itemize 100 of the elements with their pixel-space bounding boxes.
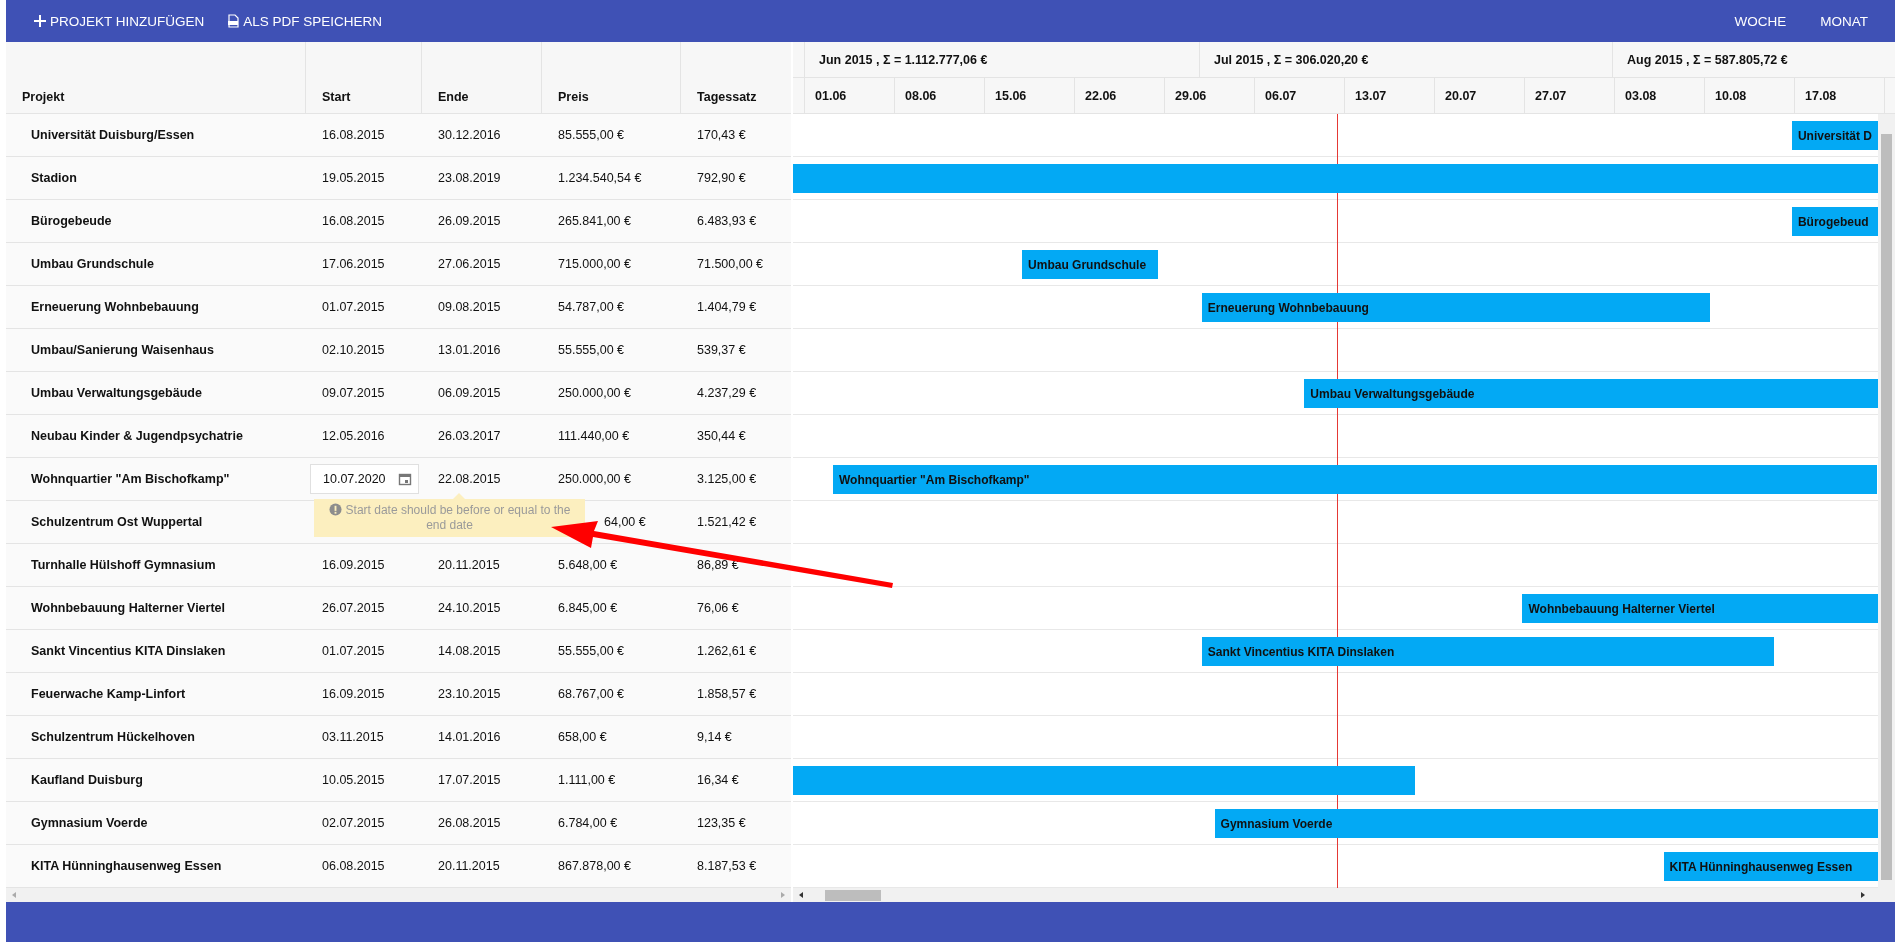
column-header[interactable]: Ende bbox=[422, 42, 542, 113]
start-date: 16.08.2015 bbox=[322, 128, 385, 142]
gantt-bar[interactable]: Erneuerung Wohnbebauung bbox=[1201, 293, 1710, 322]
daily-rate: 71.500,00 € bbox=[697, 257, 764, 271]
start-date: 02.10.2015 bbox=[322, 343, 385, 357]
end-date: 14.08.2015 bbox=[438, 644, 501, 658]
week-header: 01.06 bbox=[805, 78, 895, 113]
end-date: 26.08.2015 bbox=[438, 816, 501, 830]
column-header[interactable]: Tagessatz bbox=[681, 42, 791, 113]
start-date: 26.07.2015 bbox=[322, 601, 385, 615]
daily-rate: 1.521,42 € bbox=[697, 515, 757, 529]
project-name: Stadion bbox=[31, 171, 77, 185]
daily-rate: 350,44 € bbox=[697, 429, 746, 443]
start-date: 01.07.2015 bbox=[322, 644, 385, 658]
price: 5.648,00 € bbox=[558, 558, 618, 572]
price: 54.787,00 € bbox=[558, 300, 625, 314]
project-name: Bürogebeude bbox=[31, 214, 112, 228]
daily-rate: 3.125,00 € bbox=[697, 472, 757, 486]
start-date: 06.08.2015 bbox=[322, 859, 385, 873]
plus-icon bbox=[33, 14, 47, 28]
start-date: 16.09.2015 bbox=[322, 687, 385, 701]
project-name: Umbau/Sanierung Waisenhaus bbox=[31, 343, 214, 357]
week-header: 08.06 bbox=[895, 78, 985, 113]
end-date: 20.11.2015 bbox=[438, 558, 500, 572]
gantt-bar[interactable]: Sankt Vincentius KITA Dinslaken bbox=[1201, 637, 1774, 666]
price: 68.767,00 € bbox=[558, 687, 625, 701]
project-name: Schulzentrum Hückelhoven bbox=[31, 730, 195, 744]
week-header: 22.06 bbox=[1075, 78, 1165, 113]
view-button[interactable]: WOCHE bbox=[1734, 9, 1787, 33]
start-date: 12.05.2016 bbox=[322, 429, 385, 443]
price: 85.555,00 € bbox=[558, 128, 625, 142]
gantt-bar[interactable] bbox=[793, 766, 1415, 795]
start-date: 01.07.2015 bbox=[322, 300, 385, 314]
scroll-left-icon[interactable] bbox=[797, 891, 805, 899]
project-name: KITA Hünninghausenweg Essen bbox=[31, 859, 222, 873]
gantt-bar[interactable]: Wohnbebauung Halterner Viertel bbox=[1522, 594, 1878, 623]
end-date: 14.01.2016 bbox=[438, 730, 501, 744]
start-date: 16.08.2015 bbox=[322, 214, 385, 228]
horizontal-scrollbar[interactable] bbox=[793, 888, 1895, 902]
end-date: 26.03.2017 bbox=[438, 429, 501, 443]
gantt-bar[interactable]: Universität D bbox=[1791, 121, 1878, 150]
week-header: 20.07 bbox=[1435, 78, 1525, 113]
scroll-right-icon[interactable] bbox=[1859, 891, 1867, 899]
view-button[interactable]: MONAT bbox=[1820, 9, 1868, 33]
project-name: Turnhalle Hülshoff Gymnasium bbox=[31, 558, 216, 572]
date-input-field[interactable]: 10.07.2020 bbox=[310, 464, 419, 494]
end-date: 26.09.2015 bbox=[438, 214, 501, 228]
end-date: 13.01.2016 bbox=[438, 343, 501, 357]
price: 55.555,00 € bbox=[558, 343, 625, 357]
toolbar-button[interactable]: ALS PDF SPEICHERN bbox=[226, 9, 383, 33]
project-name: Kaufland Duisburg bbox=[31, 773, 143, 787]
project-name: Neubau Kinder & Jugendpsychatrie bbox=[31, 429, 243, 443]
gantt-bar[interactable]: Bürogebeud bbox=[1791, 207, 1878, 236]
week-header: 03.08 bbox=[1615, 78, 1705, 113]
column-header[interactable]: Start bbox=[306, 42, 422, 113]
price: 64,00 € bbox=[604, 515, 646, 529]
daily-rate: 1.858,57 € bbox=[697, 687, 757, 701]
start-date: 03.11.2015 bbox=[322, 730, 384, 744]
week-header: 15.06 bbox=[985, 78, 1075, 113]
month-header: Aug 2015 , Σ = 587.805,72 € bbox=[1613, 42, 1895, 77]
daily-rate: 792,90 € bbox=[697, 171, 746, 185]
project-name: Feuerwache Kamp-Linfort bbox=[31, 687, 186, 701]
price: 6.784,00 € bbox=[558, 816, 618, 830]
end-date: 22.08.2015 bbox=[438, 472, 501, 486]
scrollbar-thumb[interactable] bbox=[825, 889, 881, 901]
price: 867.878,00 € bbox=[558, 859, 631, 873]
end-date: 23.08.2019 bbox=[438, 171, 501, 185]
gantt-bar[interactable]: KITA Hünninghausenweg Essen bbox=[1663, 852, 1878, 881]
scrollbar-thumb[interactable] bbox=[1881, 134, 1892, 880]
gantt-bar[interactable]: Umbau Verwaltungsgebäude bbox=[1304, 379, 1878, 408]
daily-rate: 123,35 € bbox=[697, 816, 746, 830]
week-header: 27.07 bbox=[1525, 78, 1615, 113]
daily-rate: 1.262,61 € bbox=[697, 644, 757, 658]
gantt-bar[interactable]: Wohnquartier "Am Bischofkamp" bbox=[833, 465, 1877, 494]
price: 265.841,00 € bbox=[558, 214, 631, 228]
gantt-bar[interactable] bbox=[793, 164, 1878, 193]
price: 658,00 € bbox=[558, 730, 607, 744]
toolbar-button[interactable]: PROJEKT HINZUFÜGEN bbox=[33, 9, 205, 33]
price: 1.111,00 € bbox=[558, 773, 616, 787]
end-date: 23.10.2015 bbox=[438, 687, 501, 701]
end-date: 09.08.2015 bbox=[438, 300, 501, 314]
end-date: 27.06.2015 bbox=[438, 257, 501, 271]
gantt-bar[interactable]: Gymnasium Voerde bbox=[1214, 809, 1878, 838]
end-date: 20.11.2015 bbox=[438, 859, 500, 873]
price: 715.000,00 € bbox=[558, 257, 631, 271]
warning-icon bbox=[328, 503, 342, 516]
project-name: Universität Duisburg/Essen bbox=[31, 128, 195, 142]
gantt-bar[interactable]: Umbau Grundschule bbox=[1022, 250, 1159, 279]
week-header: 10.08 bbox=[1705, 78, 1795, 113]
column-header[interactable]: Projekt bbox=[6, 42, 306, 113]
price: 55.555,00 € bbox=[558, 644, 625, 658]
daily-rate: 1.404,79 € bbox=[697, 300, 757, 314]
start-date: 02.07.2015 bbox=[322, 816, 385, 830]
calendar-icon[interactable] bbox=[397, 472, 412, 486]
daily-rate: 6.483,93 € bbox=[697, 214, 757, 228]
price: 250.000,00 € bbox=[558, 386, 631, 400]
week-header: 06.07 bbox=[1255, 78, 1345, 113]
vertical-scrollbar[interactable] bbox=[1878, 114, 1895, 888]
column-header[interactable]: Preis bbox=[542, 42, 681, 113]
week-header: 29.06 bbox=[1165, 78, 1255, 113]
